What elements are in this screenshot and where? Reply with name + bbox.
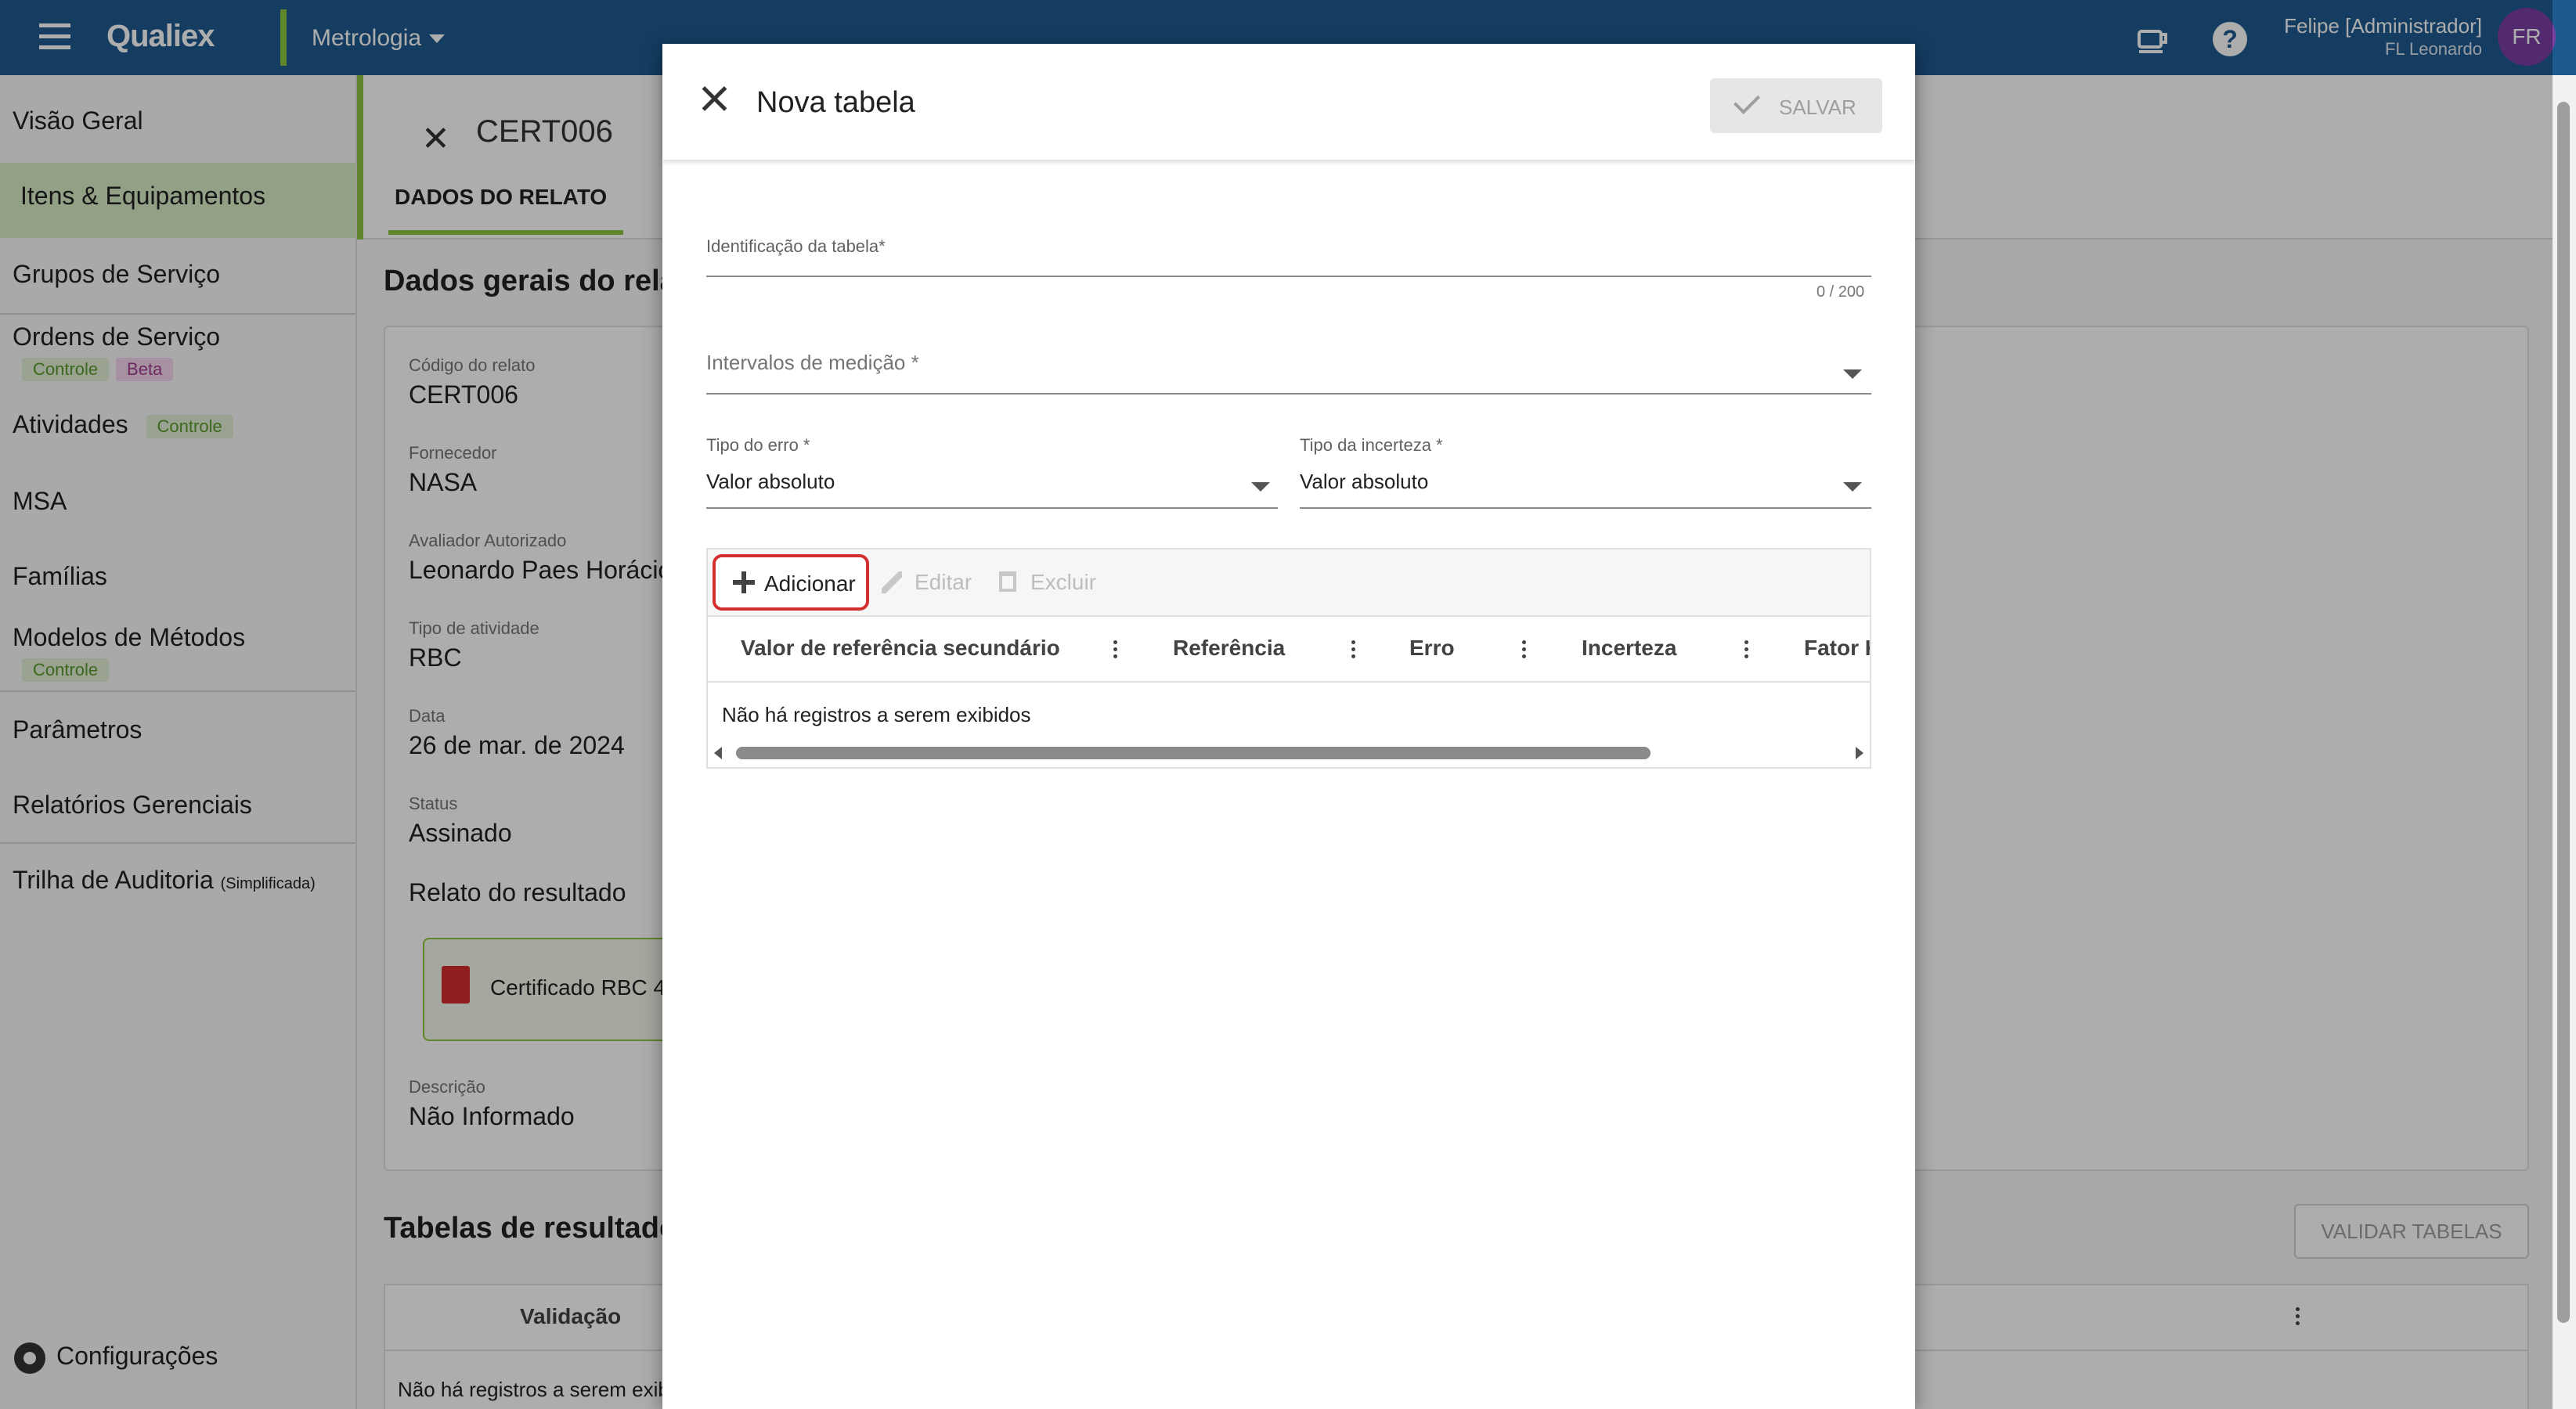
column-menu-icon[interactable] xyxy=(1113,640,1118,661)
column-header[interactable]: Valor de referência secundário xyxy=(741,636,1060,661)
column-menu-icon[interactable] xyxy=(1744,640,1749,661)
column-header[interactable]: Referência xyxy=(1173,636,1285,661)
pencil-icon xyxy=(882,571,902,593)
column-header[interactable]: Fator K xyxy=(1804,636,1870,661)
uncertainty-type-label: Tipo da incerteza * xyxy=(1300,435,1443,455)
chevron-down-icon[interactable] xyxy=(1251,482,1270,492)
table-id-input[interactable] xyxy=(706,276,1871,277)
add-label: Adicionar xyxy=(764,571,856,596)
delete-button[interactable]: Excluir xyxy=(1030,570,1096,595)
save-label: SALVAR xyxy=(1779,95,1856,119)
error-type-underline xyxy=(706,507,1278,509)
horizontal-scrollbar[interactable] xyxy=(736,747,1651,759)
scroll-right-icon[interactable] xyxy=(1856,747,1863,759)
new-table-dialog: Nova tabela SALVAR Identificação da tabe… xyxy=(662,44,1915,1409)
column-header[interactable]: Incerteza xyxy=(1582,636,1676,661)
check-icon xyxy=(1734,88,1760,114)
dialog-title: Nova tabela xyxy=(756,86,915,119)
char-counter: 0 / 200 xyxy=(1817,283,1865,301)
column-menu-icon[interactable] xyxy=(1351,640,1356,661)
error-type-label: Tipo do erro * xyxy=(706,435,810,455)
column-header[interactable]: Erro xyxy=(1409,636,1455,661)
plus-icon xyxy=(733,571,755,593)
scroll-left-icon[interactable] xyxy=(714,747,722,759)
empty-message: Não há registros a serem exibidos xyxy=(722,703,1031,726)
chevron-down-icon[interactable] xyxy=(1843,369,1862,379)
page-scrollbar-thumb[interactable] xyxy=(2557,102,2570,1323)
measurement-grid: Adicionar Editar Excluir Valor de referê… xyxy=(706,548,1871,769)
edit-button[interactable]: Editar xyxy=(915,570,972,595)
uncertainty-type-select[interactable]: Valor absoluto xyxy=(1300,470,1428,494)
uncertainty-type-underline xyxy=(1300,507,1871,509)
trash-icon xyxy=(999,571,1016,592)
chevron-down-icon[interactable] xyxy=(1843,482,1862,492)
column-menu-icon[interactable] xyxy=(1522,640,1527,661)
table-id-label: Identificação da tabela* xyxy=(706,236,886,256)
save-button[interactable]: SALVAR xyxy=(1710,78,1882,133)
dialog-header: Nova tabela SALVAR xyxy=(662,44,1915,160)
grid-toolbar: Adicionar Editar Excluir xyxy=(708,550,1870,617)
error-type-select[interactable]: Valor absoluto xyxy=(706,470,835,494)
intervals-select[interactable]: Intervalos de medição * xyxy=(706,351,919,375)
close-icon[interactable] xyxy=(698,83,730,114)
intervals-underline xyxy=(706,393,1871,395)
grid-header: Valor de referência secundário Referênci… xyxy=(708,617,1870,683)
add-button[interactable]: Adicionar xyxy=(713,554,869,611)
